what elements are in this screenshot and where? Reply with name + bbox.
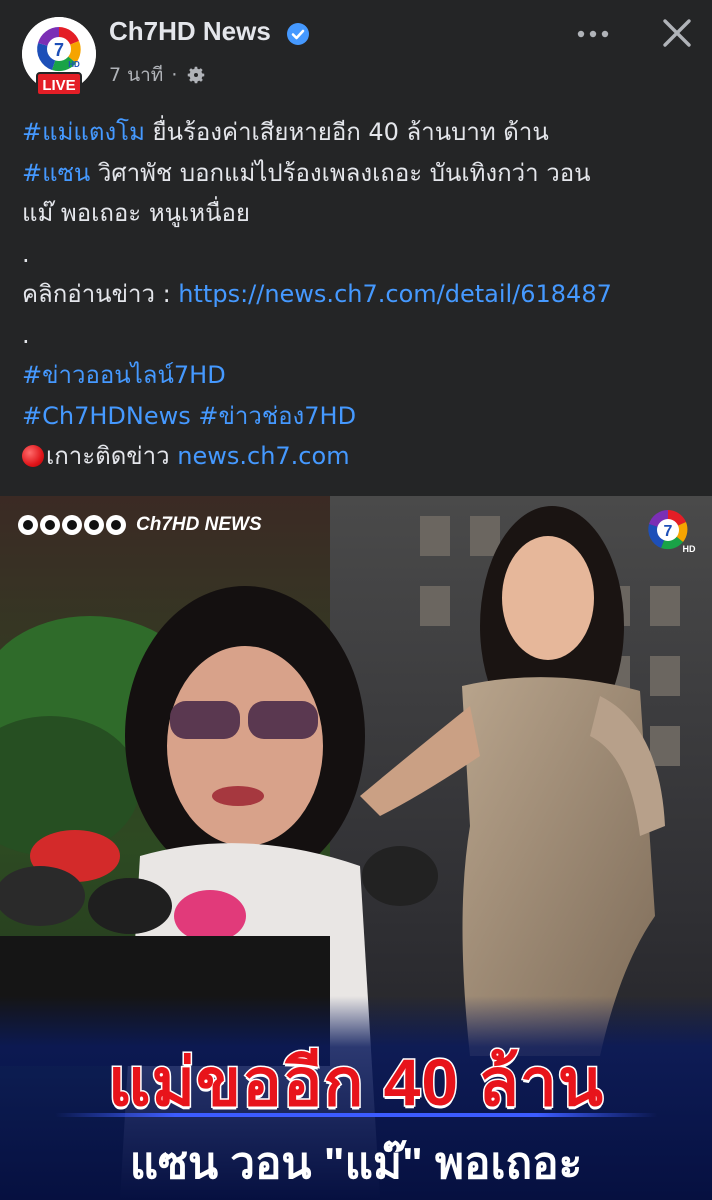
image-brand-bar: Ch7HD NEWS: [18, 514, 262, 536]
post-line: #Ch7HDNews #ข่าวช่อง7HD: [22, 396, 702, 437]
post-line: คลิกอ่านข่าว : https://news.ch7.com/deta…: [22, 274, 702, 315]
hashtag-link[interactable]: #แซน: [22, 159, 90, 187]
post-dot: .: [22, 239, 30, 268]
meta-separator: ·: [171, 64, 178, 86]
svg-text:7: 7: [54, 40, 64, 60]
post-text-segment: ยื่นร้องค่าเสียหายอีก 40 ล้านบาท ด้าน: [144, 118, 549, 146]
post-line: .: [22, 234, 702, 275]
post-time[interactable]: 7 นาที: [109, 60, 163, 90]
svg-text:HD: HD: [68, 60, 80, 69]
hashtag-link[interactable]: #ข่าวออนไลน์7HD: [22, 361, 226, 389]
image-headline: แม่ขออีก 40 ล้าน: [106, 1044, 605, 1121]
youtube-icon: [84, 515, 104, 535]
hashtag-link[interactable]: #ข่าวช่อง7HD: [198, 402, 356, 430]
verified-badge-icon: [287, 23, 309, 45]
post-text: #แม่แตงโม ยื่นร้องค่าเสียหายอีก 40 ล้านบ…: [22, 112, 702, 477]
instagram-icon: [62, 515, 82, 535]
post-line: เกาะติดข่าว news.ch7.com: [22, 436, 702, 477]
red-circle-icon: [22, 445, 44, 467]
tiktok-icon: [106, 515, 126, 535]
ch7-watermark-icon: 7 HD: [648, 510, 696, 554]
news-image[interactable]: Ch7HD NEWS 7 HD แม่ขออีก 40 ล้าน แซน วอน…: [0, 496, 712, 1200]
post-text-segment: แม๊ พอเถอะ หนูเหนื่อย: [22, 199, 250, 227]
post-line: #แซน วิศาพัช บอกแม่ไปร้องเพลงเถอะ บันเทิ…: [22, 153, 702, 194]
hashtag-link[interactable]: #Ch7HDNews: [22, 402, 191, 430]
post-text-segment: วิศาพัช บอกแม่ไปร้องเพลงเถอะ บันเทิงกว่า…: [90, 158, 591, 187]
page-avatar[interactable]: 7 HD LIVE: [22, 17, 96, 97]
post-header: 7 HD LIVE Ch7HD News 7 นาที ·: [0, 0, 712, 105]
twitter-icon: [40, 515, 60, 535]
article-link[interactable]: https://news.ch7.com/detail/618487: [178, 280, 612, 308]
read-label: คลิกอ่านข่าว :: [22, 280, 179, 308]
post-meta: 7 นาที ·: [109, 60, 207, 90]
hashtag-link[interactable]: #แม่แตงโม: [22, 118, 145, 146]
svg-text:HD: HD: [683, 544, 696, 554]
image-brand-text: Ch7HD NEWS: [136, 514, 262, 535]
facebook-icon: [18, 515, 38, 535]
more-dots-icon[interactable]: [573, 22, 613, 46]
post-line: .: [22, 315, 702, 356]
live-badge: LIVE: [36, 72, 82, 96]
close-icon[interactable]: [660, 16, 694, 50]
site-link[interactable]: news.ch7.com: [177, 442, 349, 470]
headline-divider: [55, 1113, 657, 1117]
post-dot: .: [22, 320, 30, 349]
gear-icon[interactable]: [185, 64, 207, 86]
svg-text:7: 7: [664, 523, 673, 540]
post-line: แม๊ พอเถอะ หนูเหนื่อย: [22, 193, 702, 234]
image-subheadline: แซน วอน "แม๊" พอเถอะ: [129, 1139, 583, 1188]
follow-label: เกาะติดข่าว: [46, 442, 178, 470]
post-line: #แม่แตงโม ยื่นร้องค่าเสียหายอีก 40 ล้านบ…: [22, 112, 702, 153]
page-name[interactable]: Ch7HD News: [109, 16, 271, 47]
post-line: #ข่าวออนไลน์7HD: [22, 355, 702, 396]
